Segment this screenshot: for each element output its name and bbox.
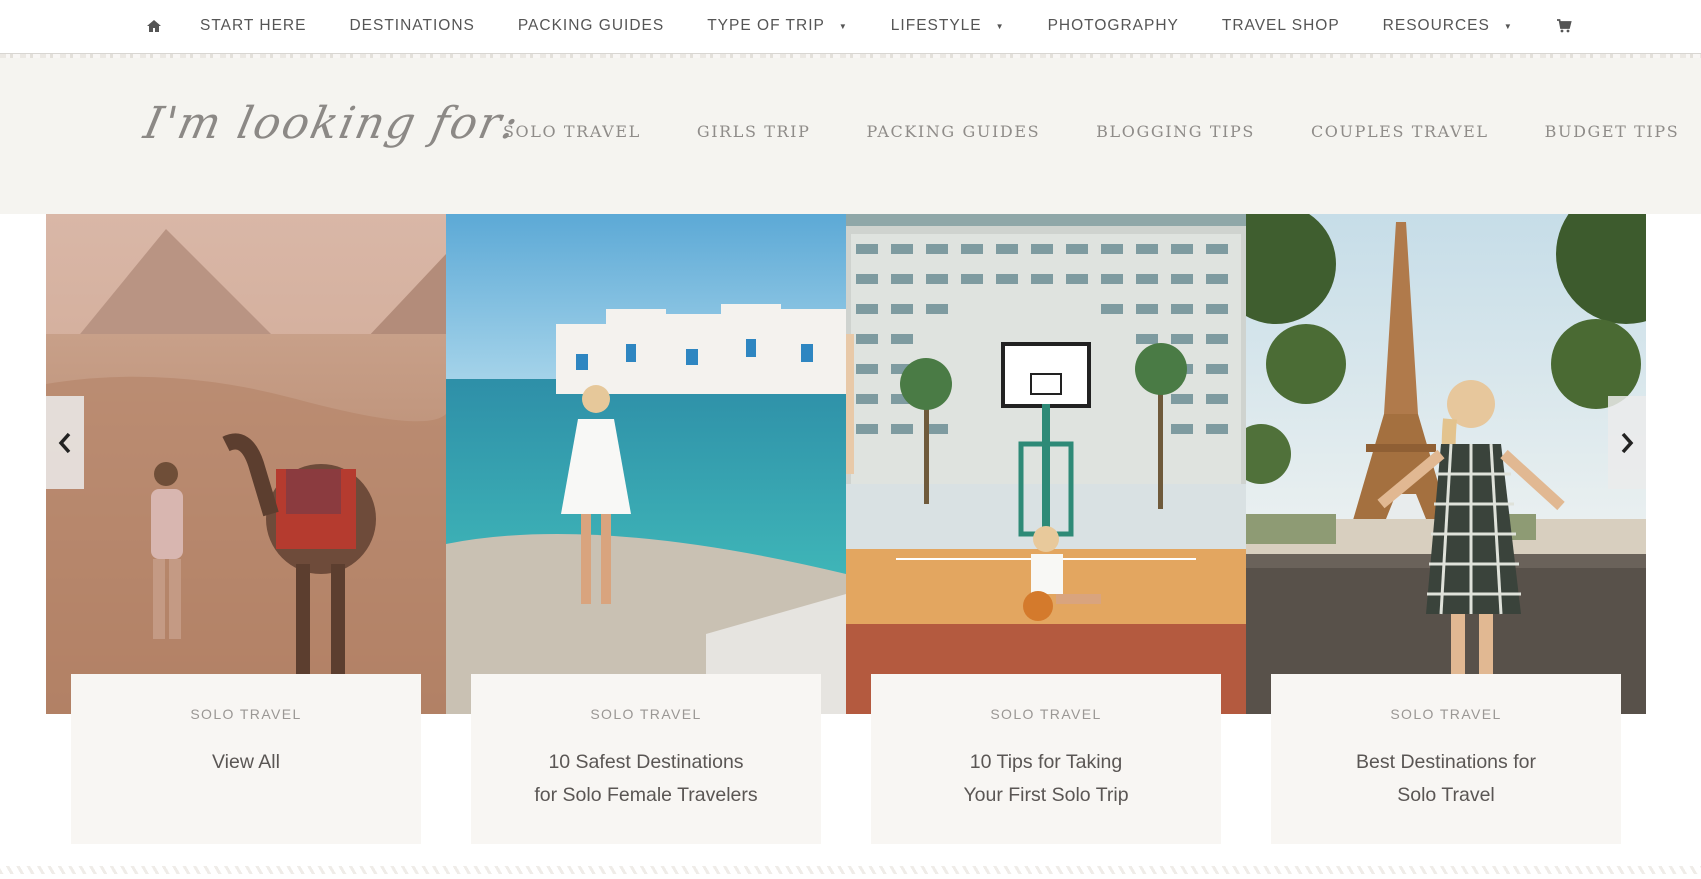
nav-label: START HERE xyxy=(200,17,307,34)
slide-image-basketball-court[interactable] xyxy=(846,214,1246,714)
link-budget-tips[interactable]: BUDGET TIPS xyxy=(1545,122,1680,141)
carousel-prev-button[interactable] xyxy=(46,396,84,489)
nav-destinations[interactable]: DESTINATIONS xyxy=(349,17,474,35)
link-couples-travel[interactable]: COUPLES TRAVEL xyxy=(1311,122,1489,141)
nav-resources[interactable]: RESOURCES ▼ xyxy=(1383,17,1513,35)
post-category: SOLO TRAVEL xyxy=(1390,706,1502,722)
post-card[interactable]: SOLO TRAVEL View All xyxy=(71,674,421,844)
cart-link[interactable] xyxy=(1556,18,1572,34)
post-category: SOLO TRAVEL xyxy=(190,706,302,722)
chevron-right-icon xyxy=(1621,432,1634,453)
post-title[interactable]: 10 Tips for Taking Your First Solo Trip xyxy=(896,746,1196,812)
looking-for-links: SOLO TRAVEL GIRLS TRIP PACKING GUIDES BL… xyxy=(503,122,1701,141)
slide-image-seaside[interactable] xyxy=(446,214,846,714)
slide-image-eiffel-tower[interactable] xyxy=(1246,214,1646,714)
nav-travel-shop[interactable]: TRAVEL SHOP xyxy=(1222,17,1340,35)
carousel-next-button[interactable] xyxy=(1608,396,1646,489)
post-title[interactable]: 10 Safest Destinations for Solo Female T… xyxy=(496,746,796,812)
looking-for-heading: I'm looking for: xyxy=(139,98,525,149)
post-carousel xyxy=(46,214,1646,714)
link-girls-trip[interactable]: GIRLS TRIP xyxy=(697,122,811,141)
nav-label: PHOTOGRAPHY xyxy=(1047,17,1179,34)
nav-label: RESOURCES xyxy=(1382,17,1490,34)
link-blogging-tips[interactable]: BLOGGING TIPS xyxy=(1096,122,1255,141)
top-nav-items: START HERE DESTINATIONS PACKING GUIDES T… xyxy=(146,0,1615,52)
caret-down-icon: ▼ xyxy=(838,21,848,31)
top-navigation: START HERE DESTINATIONS PACKING GUIDES T… xyxy=(0,0,1701,54)
link-packing-guides[interactable]: PACKING GUIDES xyxy=(866,122,1040,141)
post-card[interactable]: SOLO TRAVEL 10 Tips for Taking Your Firs… xyxy=(871,674,1221,844)
post-category: SOLO TRAVEL xyxy=(990,706,1102,722)
nav-lifestyle[interactable]: LIFESTYLE ▼ xyxy=(891,17,1005,35)
nav-label: TRAVEL SHOP xyxy=(1221,17,1340,34)
nav-start-here[interactable]: START HERE xyxy=(200,17,306,35)
post-title[interactable]: View All xyxy=(96,746,396,779)
home-link[interactable] xyxy=(146,18,162,34)
post-category: SOLO TRAVEL xyxy=(590,706,702,722)
post-title[interactable]: Best Destinations for Solo Travel xyxy=(1296,746,1596,812)
post-card[interactable]: SOLO TRAVEL Best Destinations for Solo T… xyxy=(1271,674,1621,844)
link-solo-travel[interactable]: SOLO TRAVEL xyxy=(503,122,641,141)
cart-icon xyxy=(1556,19,1572,33)
home-icon xyxy=(147,20,161,32)
nav-packing-guides[interactable]: PACKING GUIDES xyxy=(518,17,664,35)
nav-label: DESTINATIONS xyxy=(349,17,475,34)
decorative-divider xyxy=(0,866,1701,874)
post-card[interactable]: SOLO TRAVEL 10 Safest Destinations for S… xyxy=(471,674,821,844)
nav-label: LIFESTYLE xyxy=(890,17,982,34)
nav-label: PACKING GUIDES xyxy=(517,17,665,34)
nav-label: TYPE OF TRIP xyxy=(707,17,825,34)
slide-image-pyramids[interactable] xyxy=(46,214,446,714)
nav-type-of-trip[interactable]: TYPE OF TRIP ▼ xyxy=(707,17,848,35)
chevron-left-icon xyxy=(58,432,71,453)
nav-photography[interactable]: PHOTOGRAPHY xyxy=(1048,17,1179,35)
caret-down-icon: ▼ xyxy=(995,21,1005,31)
caret-down-icon: ▼ xyxy=(1503,21,1513,31)
